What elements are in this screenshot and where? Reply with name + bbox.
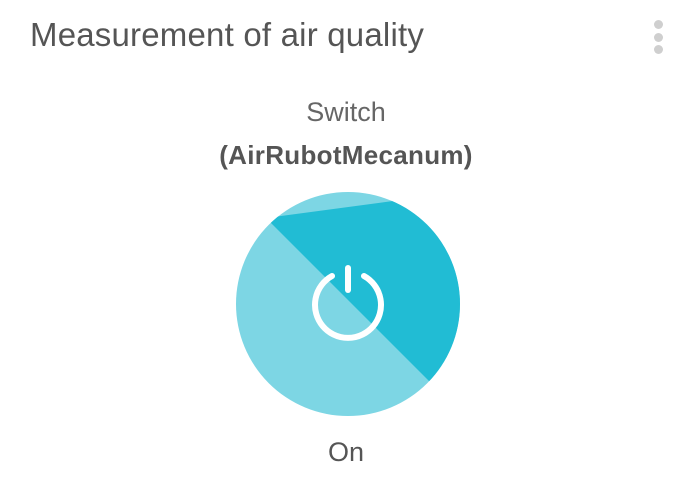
device-name: (AirRubotMecanum) [219, 140, 473, 170]
card-title: Measurement of air quality [30, 16, 425, 53]
air-quality-card: Measurement of air quality Switch (AirRu… [0, 0, 692, 490]
switch-label: Switch [306, 97, 386, 127]
power-switch-button[interactable] [236, 192, 460, 416]
menu-dot [653, 45, 663, 54]
menu-dot [653, 32, 663, 42]
more-vertical-icon[interactable] [645, 18, 671, 56]
menu-dot [653, 20, 663, 29]
switch-state-label: On [327, 437, 365, 467]
power-switch-graphic [236, 192, 460, 416]
